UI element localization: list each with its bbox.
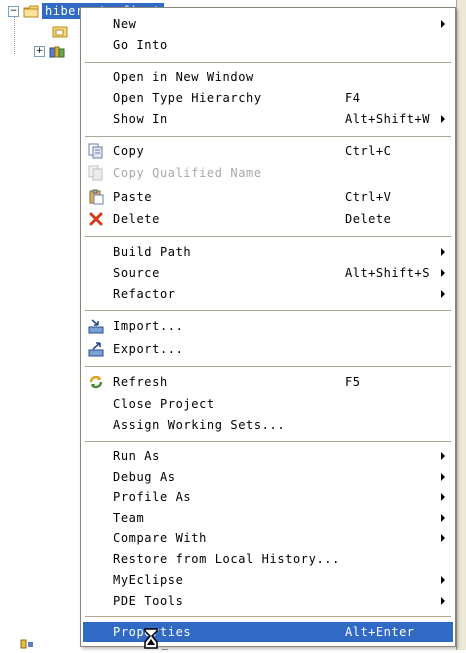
paste-icon xyxy=(87,189,105,205)
submenu-arrow-icon xyxy=(441,493,445,501)
menu-separator xyxy=(85,236,451,238)
tree-row-library[interactable]: + xyxy=(34,42,68,60)
menu-item-team[interactable]: Team xyxy=(83,508,453,528)
menu-separator xyxy=(85,441,451,443)
menu-item-show-in[interactable]: Show In Alt+Shift+W xyxy=(83,109,453,129)
submenu-arrow-icon xyxy=(441,20,445,28)
menu-item-source[interactable]: Source Alt+Shift+S xyxy=(83,263,453,283)
menu-item-restore-from-local-history[interactable]: Restore from Local History... xyxy=(83,549,453,569)
submenu-arrow-icon xyxy=(441,597,445,605)
delete-icon xyxy=(87,211,105,227)
menu-separator xyxy=(85,616,451,618)
import-icon xyxy=(87,318,105,334)
tree-row-child[interactable] xyxy=(52,22,71,40)
menu-item-profile-as[interactable]: Profile As xyxy=(83,487,453,507)
library-icon xyxy=(49,45,65,58)
refresh-icon xyxy=(87,374,105,390)
menu-separator xyxy=(85,62,451,64)
submenu-arrow-icon xyxy=(441,473,445,481)
project-folder-icon xyxy=(23,5,39,18)
menu-item-paste[interactable]: Paste Ctrl+V xyxy=(83,187,453,207)
menu-item-properties[interactable]: Properties Alt+Enter xyxy=(83,622,453,642)
export-icon xyxy=(87,341,105,357)
menu-separator xyxy=(85,136,451,138)
menu-item-refresh[interactable]: Refresh F5 xyxy=(83,372,453,392)
menu-item-new[interactable]: New xyxy=(83,14,453,34)
submenu-arrow-icon xyxy=(441,576,445,584)
tree-guide-line xyxy=(14,14,16,54)
submenu-arrow-icon xyxy=(441,452,445,460)
menu-separator xyxy=(85,366,451,368)
menu-item-pde-tools[interactable]: PDE Tools xyxy=(83,591,453,611)
menu-item-build-path[interactable]: Build Path xyxy=(83,242,453,262)
submenu-arrow-icon xyxy=(441,514,445,522)
submenu-arrow-icon xyxy=(441,248,445,256)
source-folder-icon xyxy=(52,25,68,38)
menu-item-debug-as[interactable]: Debug As xyxy=(83,467,453,487)
menu-item-open-type-hierarchy[interactable]: Open Type Hierarchy F4 xyxy=(83,88,453,108)
submenu-arrow-icon xyxy=(441,115,445,123)
menu-item-run-as[interactable]: Run As xyxy=(83,446,453,466)
menu-item-close-project[interactable]: Close Project xyxy=(83,394,453,414)
context-menu: New Go Into Open in New Window Open Type… xyxy=(80,7,456,647)
menu-item-open-in-new-window[interactable]: Open in New Window xyxy=(83,67,453,87)
menu-item-assign-working-sets[interactable]: Assign Working Sets... xyxy=(83,415,453,435)
submenu-arrow-icon xyxy=(441,269,445,277)
submenu-arrow-icon xyxy=(441,534,445,542)
background-panel-edge xyxy=(456,0,466,650)
menu-separator xyxy=(85,310,451,312)
menu-item-compare-with[interactable]: Compare With xyxy=(83,528,453,548)
copy-qualified-icon xyxy=(87,165,105,181)
menu-item-myeclipse[interactable]: MyEclipse xyxy=(83,570,453,590)
menu-item-import[interactable]: Import... xyxy=(83,316,453,336)
menu-item-copy[interactable]: Copy Ctrl+C xyxy=(83,141,453,161)
menu-item-refactor[interactable]: Refactor xyxy=(83,284,453,304)
mouse-cursor-icon xyxy=(144,628,158,653)
menu-item-delete[interactable]: Delete Delete xyxy=(83,209,453,229)
submenu-arrow-icon xyxy=(441,290,445,298)
menu-item-go-into[interactable]: Go Into xyxy=(83,35,453,55)
menu-item-export[interactable]: Export... xyxy=(83,339,453,359)
collapse-toggle[interactable]: − xyxy=(8,5,19,17)
menu-item-copy-qualified-name[interactable]: Copy Qualified Name xyxy=(83,163,453,183)
expand-toggle[interactable]: + xyxy=(34,45,45,57)
copy-icon xyxy=(87,143,105,159)
